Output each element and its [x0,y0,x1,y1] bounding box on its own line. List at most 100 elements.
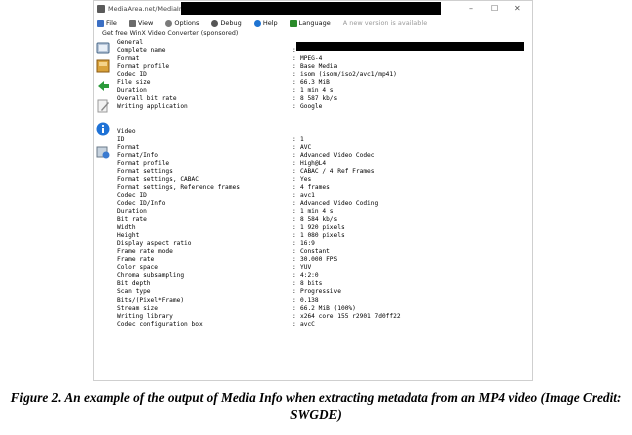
separator: : [292,95,296,103]
separator: : [292,232,296,240]
general-field-name: Format [117,55,140,63]
separator: : [292,248,296,256]
info-icon[interactable] [96,122,110,136]
separator: : [292,167,296,175]
settings-icon[interactable] [96,145,110,159]
menu-debug-label: Debug [220,19,242,27]
edit-icon[interactable] [96,99,110,113]
video-row: Format: AVC [117,144,401,152]
video-row: Stream size:66.2 MiB (100%) [117,305,401,313]
general-field-value: 8 587 kb/s [300,95,338,103]
video-field-value: High@L4 [300,159,327,167]
menu-debug[interactable]: Debug [211,19,242,27]
video-field-name: Stream size [117,304,158,312]
video-field-name: Bit rate [117,216,147,224]
menu-help[interactable]: Help [253,19,278,27]
video-field-value: 66.2 MiB (100%) [300,304,356,312]
video-field-name: Bits/(Pixel*Frame) [117,296,185,304]
video-field-name: Format settings, Reference frames [117,183,240,191]
separator: : [292,103,296,111]
general-section: Complete name: Format: MPEG-4 Format profil… [117,47,401,111]
general-field-name: File size [117,79,151,87]
video-row: Codec ID: avc1 [117,192,401,200]
video-field-value: 8 584 kb/s [300,216,338,224]
menu-options[interactable]: Options [165,19,199,27]
separator: : [292,304,296,312]
export-icon[interactable] [96,79,110,93]
video-row: Frame rate:30.000 FPS [117,256,401,264]
video-row: Bit rate:8 584 kb/s [117,216,401,224]
video-field-name: Format profile [117,159,170,167]
video-field-value: 8 bits [300,280,323,288]
video-field-value: 1 [300,135,304,143]
figure-caption: Figure 2. An example of the output of Me… [10,390,622,422]
video-row: Width:1 920 pixels [117,224,401,232]
video-field-value: 16:9 [300,240,315,248]
menu-help-label: Help [262,19,278,27]
separator: : [292,296,296,304]
video-field-name: Scan type [117,288,151,296]
separator: : [292,175,296,183]
information-icon[interactable] [96,41,110,55]
separator: : [292,272,296,280]
video-field-name: Format [117,143,140,151]
title-bar[interactable]: MediaArea.net/MediaInfo – ☐ ✕ [94,1,532,17]
sheet-icon[interactable] [96,59,110,73]
video-field-value: AVC [300,143,312,151]
video-row: Writing library: x264 core 155 r2901 7d0f… [117,313,401,321]
video-row: Chroma subsampling:4:2:0 [117,272,401,280]
video-row: Format settings, CABAC: Yes [117,176,401,184]
video-field-name: Bit depth [117,280,151,288]
video-header: Video [117,127,136,135]
video-field-value: avcC [300,320,315,328]
menu-file-label: File [106,19,117,27]
sponsored-link[interactable]: Get free WinX Video Converter (sponsored… [94,29,532,39]
mediainfo-window: MediaArea.net/MediaInfo – ☐ ✕ File View … [93,0,533,381]
video-field-name: Format/Info [117,151,158,159]
video-field-name: Format settings, CABAC [117,175,199,183]
minimize-button[interactable]: – [469,4,473,13]
video-row: Format/Info: Advanced Video Codec [117,152,401,160]
video-row: Scan type: Progressive [117,288,401,296]
general-row: Format profile: Base Media [117,63,401,71]
general-field-value: MPEG-4 [300,55,323,63]
menu-language[interactable]: Language [289,19,331,27]
video-field-value: 1 920 pixels [300,224,345,232]
separator: : [292,63,296,71]
separator: : [292,312,296,320]
general-field-name: Duration [117,87,147,95]
video-field-name: Frame rate [117,256,155,264]
menu-view-label: View [137,19,154,27]
maximize-button[interactable]: ☐ [491,4,498,13]
general-field-value: 66.3 MiB [300,79,330,87]
separator: : [292,320,296,328]
video-field-name: Writing library [117,312,173,320]
general-field-value: isom (isom/iso2/avc1/mp41) [300,71,397,79]
general-row: Duration:1 min 4 s [117,87,401,95]
metadata-text: General Complete name: Format: MPEG-4 Forma… [117,39,401,329]
video-field-value: YUV [300,264,312,272]
video-field-name: Format settings [117,167,173,175]
complete-name-redaction [296,42,524,51]
separator: : [292,191,296,199]
video-field-value: CABAC / 4 Ref Frames [300,167,375,175]
general-field-name: Codec ID [117,71,147,79]
video-field-name: Color space [117,264,158,272]
new-version-notice[interactable]: A new version is available [343,19,427,27]
menu-language-label: Language [298,19,331,27]
video-field-name: Codec ID [117,191,147,199]
general-field-name: Format profile [117,63,170,71]
info-panel: General Complete name: Format: MPEG-4 Forma… [94,39,532,380]
separator: : [292,71,296,79]
video-field-name: Duration [117,207,147,215]
menu-file[interactable]: File [97,19,117,27]
separator: : [292,288,296,296]
video-field-value: Yes [300,175,312,183]
menu-view[interactable]: View [128,19,154,27]
close-button[interactable]: ✕ [514,4,521,13]
video-row: Format settings, Reference frames:4 fram… [117,184,401,192]
video-row: Codec configuration box: avcC [117,321,401,329]
separator: : [292,216,296,224]
